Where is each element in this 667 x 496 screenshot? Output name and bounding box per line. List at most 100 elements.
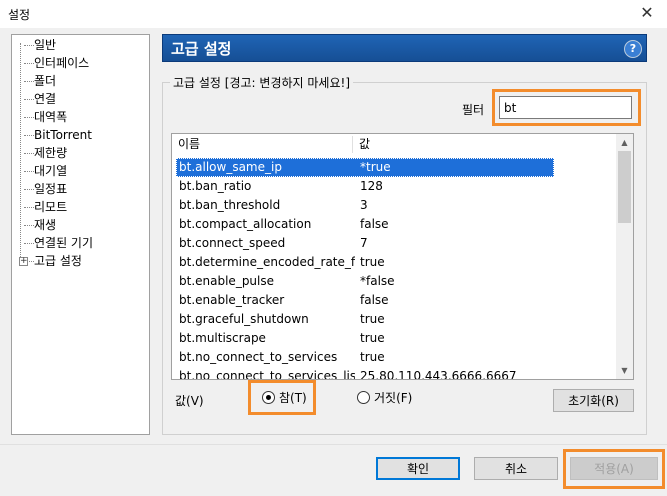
tree-connector bbox=[16, 181, 34, 198]
setting-name: bt.enable_tracker bbox=[179, 293, 285, 307]
expand-icon[interactable]: + bbox=[19, 257, 28, 266]
tree-item-connection[interactable]: 연결 bbox=[16, 91, 56, 108]
tree-item-label: 인터페이스 bbox=[34, 56, 90, 70]
table-row[interactable]: bt.graceful_shutdown true bbox=[176, 310, 554, 329]
tree-connector bbox=[16, 55, 34, 72]
tree-connector bbox=[16, 199, 34, 216]
title-bar bbox=[0, 0, 667, 28]
tree-item-label: 일정표 bbox=[34, 182, 68, 196]
setting-value: true bbox=[360, 350, 385, 364]
window-title: 설정 bbox=[8, 8, 31, 22]
setting-value: 128 bbox=[360, 179, 383, 193]
setting-name: bt.graceful_shutdown bbox=[179, 312, 309, 326]
setting-name: bt.allow_same_ip bbox=[179, 160, 282, 174]
table-row[interactable]: bt.determine_encoded_rate_fo... true bbox=[176, 253, 554, 272]
table-row[interactable]: bt.enable_pulse *false bbox=[176, 272, 554, 291]
setting-name: bt.ban_threshold bbox=[179, 198, 281, 212]
tree-item-bandwidth[interactable]: 대역폭 bbox=[16, 109, 67, 126]
table-row[interactable]: bt.compact_allocation false bbox=[176, 215, 554, 234]
tree-item-transfer-cap[interactable]: 제한량 bbox=[16, 145, 67, 162]
tree-connector bbox=[16, 163, 34, 180]
tree-item-queueing[interactable]: 대기열 bbox=[16, 163, 67, 180]
tree-connector bbox=[16, 235, 34, 252]
tree-connector bbox=[16, 217, 34, 234]
setting-name: bt.connect_speed bbox=[179, 236, 286, 250]
group-legend: 고급 설정 [경고: 변경하지 마세요!] bbox=[170, 74, 353, 91]
tree-connector: + bbox=[16, 253, 34, 270]
tree-item-playback[interactable]: 재생 bbox=[16, 217, 56, 234]
table-row[interactable]: bt.ban_threshold 3 bbox=[176, 196, 554, 215]
table-row[interactable]: bt.no_connect_to_services_list 25,80,110,… bbox=[176, 367, 554, 380]
setting-name: bt.no_connect_to_services_list bbox=[179, 369, 355, 380]
reset-button[interactable]: 초기화(R) bbox=[553, 389, 634, 412]
tree-connector bbox=[16, 73, 34, 90]
tree-item-scheduler[interactable]: 일정표 bbox=[16, 181, 67, 198]
tree-item-advanced[interactable]: + 고급 설정 bbox=[16, 253, 82, 270]
tree-item-label: 재생 bbox=[34, 218, 57, 232]
highlight-box-filter bbox=[492, 89, 641, 126]
table-row[interactable]: bt.multiscrape true bbox=[176, 329, 554, 348]
column-header-value[interactable]: 값 bbox=[353, 134, 553, 155]
setting-value: true bbox=[360, 312, 385, 326]
table-row[interactable]: bt.ban_ratio 128 bbox=[176, 177, 554, 196]
divider bbox=[0, 444, 667, 445]
table-row[interactable]: bt.allow_same_ip *true bbox=[176, 158, 554, 177]
setting-name: bt.determine_encoded_rate_fo... bbox=[179, 255, 355, 269]
tree-item-label: 일반 bbox=[34, 38, 57, 52]
tree-connector bbox=[16, 127, 34, 144]
tree-item-paired-devices[interactable]: 연결된 기기 bbox=[16, 235, 93, 252]
tree-item-remote[interactable]: 리모트 bbox=[16, 199, 67, 216]
settings-list[interactable]: 이름 값 bt.allow_same_ip *true bt.ban_ratio 1… bbox=[171, 133, 634, 380]
filter-label: 필터 bbox=[462, 103, 485, 117]
tree-item-general[interactable]: 일반 bbox=[16, 37, 56, 54]
setting-value: false bbox=[360, 217, 389, 231]
tree-connector bbox=[16, 109, 34, 126]
tree-item-label: 제한량 bbox=[34, 146, 68, 160]
setting-name: bt.ban_ratio bbox=[179, 179, 252, 193]
setting-value: *false bbox=[360, 274, 395, 288]
settings-tree: 일반 인터페이스 폴더 연결 대역폭 BitTorrent 제한량 대기열 일정… bbox=[11, 34, 150, 435]
tree-item-label: 연결 bbox=[34, 92, 57, 106]
tree-connector bbox=[16, 145, 34, 162]
tree-item-label: 리모트 bbox=[34, 200, 68, 214]
column-header-name[interactable]: 이름 bbox=[172, 134, 352, 155]
radio-false-label: 거짓(F) bbox=[374, 391, 413, 405]
setting-name: bt.no_connect_to_services bbox=[179, 350, 338, 364]
tree-item-label: 대역폭 bbox=[34, 110, 68, 124]
vertical-scrollbar[interactable]: ▲ ▼ bbox=[616, 134, 633, 379]
scroll-up-icon[interactable]: ▲ bbox=[616, 134, 633, 151]
tree-item-interface[interactable]: 인터페이스 bbox=[16, 55, 89, 72]
setting-name: bt.enable_pulse bbox=[179, 274, 275, 288]
setting-value: 25,80,110,443,6666,6667 bbox=[360, 369, 517, 380]
tree-connector bbox=[16, 91, 34, 108]
tree-item-folders[interactable]: 폴더 bbox=[16, 73, 56, 90]
cancel-button[interactable]: 취소 bbox=[474, 457, 558, 480]
radio-unchecked-icon bbox=[357, 391, 370, 404]
tree-item-label: 고급 설정 bbox=[34, 254, 82, 268]
highlight-box-true bbox=[248, 380, 316, 415]
setting-name: bt.multiscrape bbox=[179, 331, 266, 345]
help-icon[interactable]: ? bbox=[624, 40, 642, 58]
table-row[interactable]: bt.connect_speed 7 bbox=[176, 234, 554, 253]
tree-item-label: 대기열 bbox=[34, 164, 68, 178]
setting-value: 3 bbox=[360, 198, 368, 212]
setting-name: bt.compact_allocation bbox=[179, 217, 312, 231]
highlight-box-apply bbox=[563, 449, 665, 489]
scroll-down-icon[interactable]: ▼ bbox=[616, 362, 633, 379]
ok-button[interactable]: 확인 bbox=[376, 457, 460, 480]
tree-item-label: BitTorrent bbox=[34, 128, 92, 142]
scroll-thumb[interactable] bbox=[618, 151, 631, 223]
page-title: 고급 설정 bbox=[171, 40, 232, 58]
tree-item-bittorrent[interactable]: BitTorrent bbox=[16, 127, 92, 144]
tree-item-label: 연결된 기기 bbox=[34, 236, 94, 250]
setting-value: true bbox=[360, 331, 385, 345]
table-row[interactable]: bt.enable_tracker false bbox=[176, 291, 554, 310]
setting-value: false bbox=[360, 293, 389, 307]
table-row[interactable]: bt.no_connect_to_services true bbox=[176, 348, 554, 367]
setting-value: *true bbox=[360, 160, 391, 174]
tree-item-label: 폴더 bbox=[34, 74, 57, 88]
tree-connector bbox=[16, 37, 34, 54]
close-icon[interactable]: ✕ bbox=[637, 2, 657, 24]
radio-false[interactable]: 거짓(F) bbox=[357, 389, 412, 407]
setting-value: true bbox=[360, 255, 385, 269]
